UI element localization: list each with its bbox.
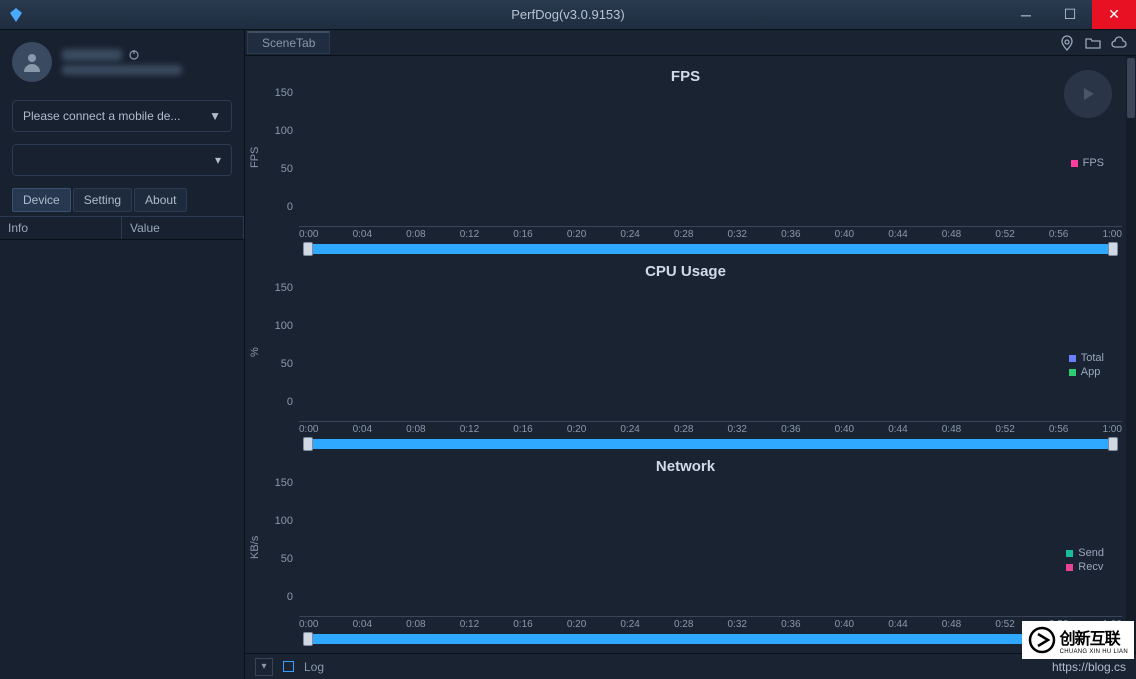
chart-cpu-usage: CPU Usage%1501005000:000:040:080:120:160… (249, 257, 1122, 452)
device-select-label: Please connect a mobile de... (23, 109, 180, 123)
y-axis-label: KB/s (249, 477, 267, 617)
chart-fps: FPSFPS1501005000:000:040:080:120:160:200… (249, 62, 1122, 257)
log-label: Log (304, 660, 324, 674)
time-slider[interactable] (303, 244, 1118, 254)
y-ticks: 150100500 (267, 87, 299, 227)
x-ticks: 0:000:040:080:120:160:200:240:280:320:36… (249, 422, 1122, 435)
titlebar: PerfDog(v3.0.9153) ─ ☐ ✕ (0, 0, 1136, 30)
tab-about[interactable]: About (134, 188, 187, 212)
legend: Send Recv (1066, 547, 1104, 575)
legend-item[interactable]: Send (1066, 547, 1104, 559)
watermark-sub: CHUANG XIN HU LIAN (1060, 649, 1128, 655)
legend-item[interactable]: FPS (1071, 157, 1104, 169)
x-ticks: 0:000:040:080:120:160:200:240:280:320:36… (249, 227, 1122, 240)
legend: FPS (1071, 157, 1104, 171)
info-table: Info Value (0, 216, 244, 240)
watermark: 创新互联 CHUANG XIN HU LIAN (1022, 621, 1134, 659)
slider-handle-left[interactable] (303, 437, 313, 451)
legend: Total App (1069, 352, 1104, 380)
watermark-icon (1028, 626, 1056, 654)
chart-title: Network (249, 452, 1122, 477)
legend-item[interactable]: App (1069, 366, 1104, 378)
plot-area[interactable] (299, 87, 1122, 227)
minimize-button[interactable]: ─ (1004, 0, 1048, 29)
y-axis-label: % (249, 282, 267, 422)
scrollbar[interactable] (1126, 56, 1136, 653)
info-col-value: Value (122, 217, 244, 239)
legend-label: App (1081, 366, 1101, 378)
chart-title: FPS (249, 62, 1122, 87)
chart-title: CPU Usage (249, 257, 1122, 282)
expand-footer-button[interactable]: ▾ (255, 658, 273, 676)
folder-icon[interactable] (1084, 34, 1102, 52)
legend-swatch (1069, 369, 1076, 376)
log-checkbox[interactable] (283, 661, 294, 672)
y-ticks: 150100500 (267, 282, 299, 422)
legend-item[interactable]: Recv (1066, 561, 1104, 573)
footer: ▾ Log https://blog.cs (245, 653, 1136, 679)
process-select[interactable]: ▾ (12, 144, 232, 176)
y-axis-label: FPS (249, 87, 267, 227)
legend-swatch (1066, 550, 1073, 557)
chart-network: NetworkKB/s1501005000:000:040:080:120:16… (249, 452, 1122, 647)
legend-swatch (1071, 160, 1078, 167)
footer-link[interactable]: https://blog.cs (1052, 660, 1126, 674)
chevron-down-icon: ▾ (215, 153, 221, 167)
user-icon (20, 50, 44, 74)
cloud-icon[interactable] (1110, 34, 1128, 52)
username-blur (62, 49, 122, 61)
avatar[interactable] (12, 42, 52, 82)
legend-item[interactable]: Total (1069, 352, 1104, 364)
y-ticks: 150100500 (267, 477, 299, 617)
window-title: PerfDog(v3.0.9153) (511, 7, 624, 22)
sidebar: Please connect a mobile de... ▼ ▾ Device… (0, 30, 245, 679)
plot-area[interactable] (299, 477, 1122, 617)
user-area (0, 30, 244, 94)
x-ticks: 0:000:040:080:120:160:200:240:280:320:36… (249, 617, 1122, 630)
device-select[interactable]: Please connect a mobile de... ▼ (12, 100, 232, 132)
time-slider[interactable] (303, 634, 1118, 644)
time-slider[interactable] (303, 439, 1118, 449)
slider-handle-left[interactable] (303, 632, 313, 646)
legend-swatch (1066, 564, 1073, 571)
scene-tab[interactable]: SceneTab (247, 31, 330, 54)
plot-area[interactable] (299, 282, 1122, 422)
app-icon (8, 7, 24, 23)
watermark-main: 创新互联 (1060, 625, 1128, 649)
maximize-button[interactable]: ☐ (1048, 0, 1092, 29)
legend-label: Recv (1078, 561, 1103, 573)
user-meta-blur (62, 65, 182, 75)
tab-setting[interactable]: Setting (73, 188, 132, 212)
location-icon[interactable] (1058, 34, 1076, 52)
legend-label: Send (1078, 547, 1104, 559)
chevron-down-icon: ▼ (209, 109, 221, 123)
main-panel: SceneTab FPSFPS1501005000:000:040:080:12… (245, 30, 1136, 679)
tab-device[interactable]: Device (12, 188, 71, 212)
slider-handle-right[interactable] (1108, 437, 1118, 451)
legend-label: Total (1081, 352, 1104, 364)
close-button[interactable]: ✕ (1092, 0, 1136, 29)
info-col-info: Info (0, 217, 122, 239)
legend-swatch (1069, 355, 1076, 362)
power-icon[interactable] (128, 49, 140, 61)
legend-label: FPS (1083, 157, 1104, 169)
slider-handle-right[interactable] (1108, 242, 1118, 256)
slider-handle-left[interactable] (303, 242, 313, 256)
scrollbar-thumb[interactable] (1127, 58, 1135, 118)
